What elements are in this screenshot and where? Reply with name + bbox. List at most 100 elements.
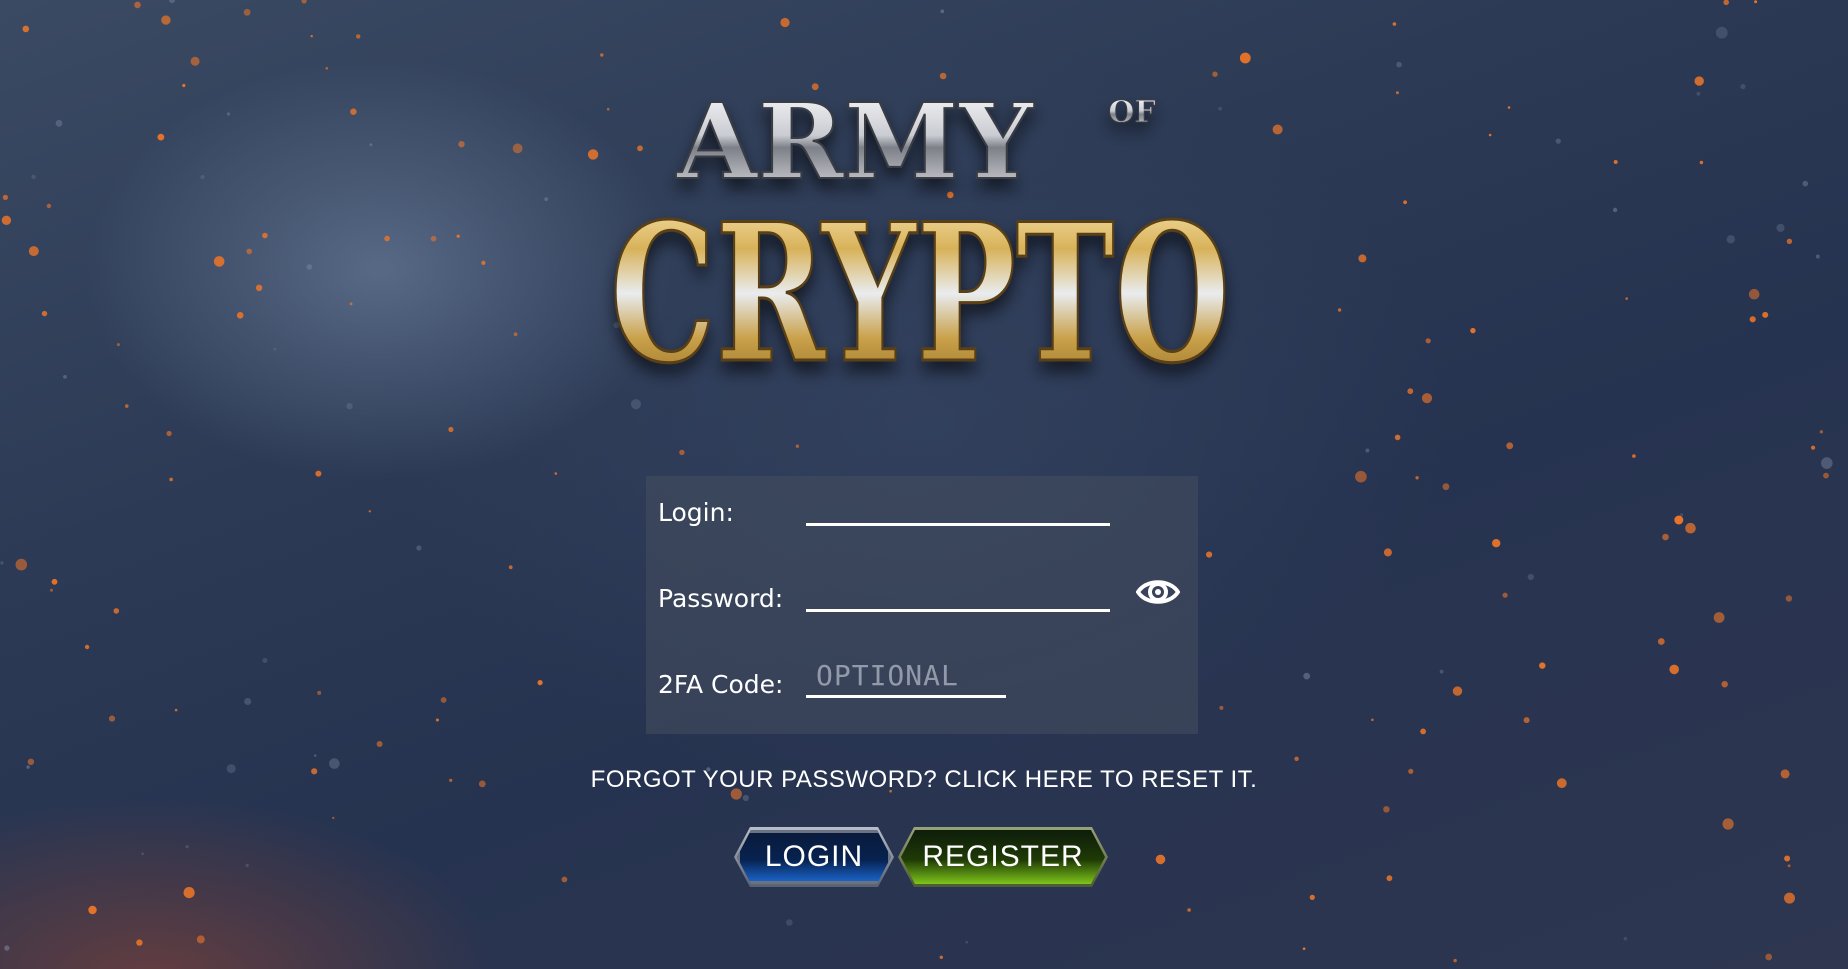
spark-particle (1358, 254, 1367, 263)
spark-particle (1383, 548, 1392, 557)
spark-particle (376, 741, 383, 747)
spark-particle (1415, 476, 1419, 480)
logo-crypto-text: CRYPTO (610, 182, 1230, 405)
twofa-input[interactable] (806, 656, 1006, 698)
spark-particle (1623, 936, 1628, 941)
spark-particle (513, 332, 518, 337)
password-input[interactable] (806, 570, 1110, 612)
spark-particle (1674, 515, 1684, 525)
spark-particle (368, 510, 371, 513)
spark-particle (1488, 133, 1492, 137)
spark-particle (183, 887, 195, 899)
spark-particle (1383, 806, 1390, 813)
spark-particle (1823, 472, 1829, 479)
spark-particle (780, 17, 790, 28)
game-logo: ARMY OF CRYPTO (600, 70, 1240, 420)
spark-particle (169, 477, 173, 482)
spark-particle (587, 149, 599, 160)
spark-particle (1726, 235, 1736, 244)
spark-particle (1155, 854, 1166, 865)
spark-particle (1613, 160, 1618, 164)
spark-particle (537, 680, 543, 686)
spark-particle (236, 312, 244, 319)
spark-particle (136, 939, 143, 946)
spark-particle (200, 175, 205, 180)
spark-particle (182, 83, 186, 88)
spark-particle (1662, 533, 1669, 541)
spark-particle (174, 708, 178, 712)
spark-particle (1392, 22, 1397, 26)
spark-particle (31, 174, 36, 180)
login-row: Login: (658, 476, 1188, 536)
spark-particle (1502, 592, 1508, 598)
spark-particle (1784, 892, 1795, 904)
spark-particle (1302, 947, 1306, 950)
spark-particle (2, 194, 8, 200)
spark-particle (939, 955, 943, 959)
spark-particle (166, 430, 172, 437)
register-button[interactable]: REGISTER (901, 830, 1105, 884)
login-input[interactable] (806, 484, 1110, 526)
spark-particle (113, 608, 120, 614)
spark-particle (1776, 223, 1785, 232)
spark-particle (1815, 254, 1820, 259)
spark-particle (430, 235, 437, 242)
spark-particle (1625, 297, 1628, 300)
spark-particle (1219, 705, 1224, 710)
spark-particle (332, 816, 335, 820)
forgot-password-link[interactable]: FORGOT YOUR PASSWORD? CLICK HERE TO RESE… (0, 766, 1848, 794)
spark-particle (1722, 818, 1734, 830)
spark-particle (1821, 457, 1833, 469)
eye-icon[interactable] (1135, 574, 1181, 610)
spark-particle (213, 256, 225, 267)
spark-particle (458, 141, 465, 148)
spark-particle (1309, 894, 1315, 901)
spark-particle (273, 347, 277, 351)
spark-particle (1394, 434, 1401, 441)
spark-particle (1365, 448, 1370, 453)
spark-particle (1439, 669, 1444, 674)
spark-particle (1492, 539, 1501, 548)
spark-particle (1694, 76, 1704, 86)
spark-particle (1407, 388, 1414, 395)
spark-particle (1396, 61, 1402, 68)
spark-particle (435, 718, 439, 722)
spark-particle (1470, 327, 1476, 334)
spark-particle (1785, 595, 1793, 602)
login-button[interactable]: LOGIN (737, 830, 891, 884)
spark-particle (1442, 483, 1450, 491)
spark-particle (125, 404, 129, 408)
spark-particle (448, 426, 454, 433)
spark-particle (161, 15, 171, 25)
spark-particle (4, 945, 10, 951)
spark-particle (108, 715, 116, 722)
spark-particle (255, 284, 263, 291)
spark-particle (1765, 953, 1773, 961)
spark-particle (246, 248, 252, 255)
spark-particle (384, 235, 390, 242)
spark-particle (440, 697, 447, 703)
spark-particle (1187, 908, 1191, 912)
spark-particle (1784, 855, 1791, 862)
spark-particle (226, 112, 231, 116)
spark-particle (1371, 718, 1374, 722)
spark-particle (1811, 445, 1816, 450)
login-label: Login: (658, 498, 734, 527)
spark-particle (356, 34, 361, 39)
spark-particle (1632, 454, 1636, 458)
spark-particle (1294, 756, 1299, 761)
spark-particle (554, 472, 558, 475)
spark-particle (1699, 160, 1704, 165)
spark-particle (349, 302, 353, 306)
spark-particle (1420, 728, 1426, 735)
spark-particle (116, 343, 120, 347)
spark-particle (245, 863, 249, 868)
spark-particle (508, 565, 513, 570)
spark-particle (1740, 84, 1746, 90)
spark-particle (244, 698, 252, 705)
spark-particle (314, 754, 317, 757)
spark-particle (27, 758, 35, 765)
password-row: Password: (658, 562, 1188, 622)
spark-particle (1506, 442, 1514, 450)
login-form-panel: Login: Password: 2FA Code: (646, 476, 1198, 734)
